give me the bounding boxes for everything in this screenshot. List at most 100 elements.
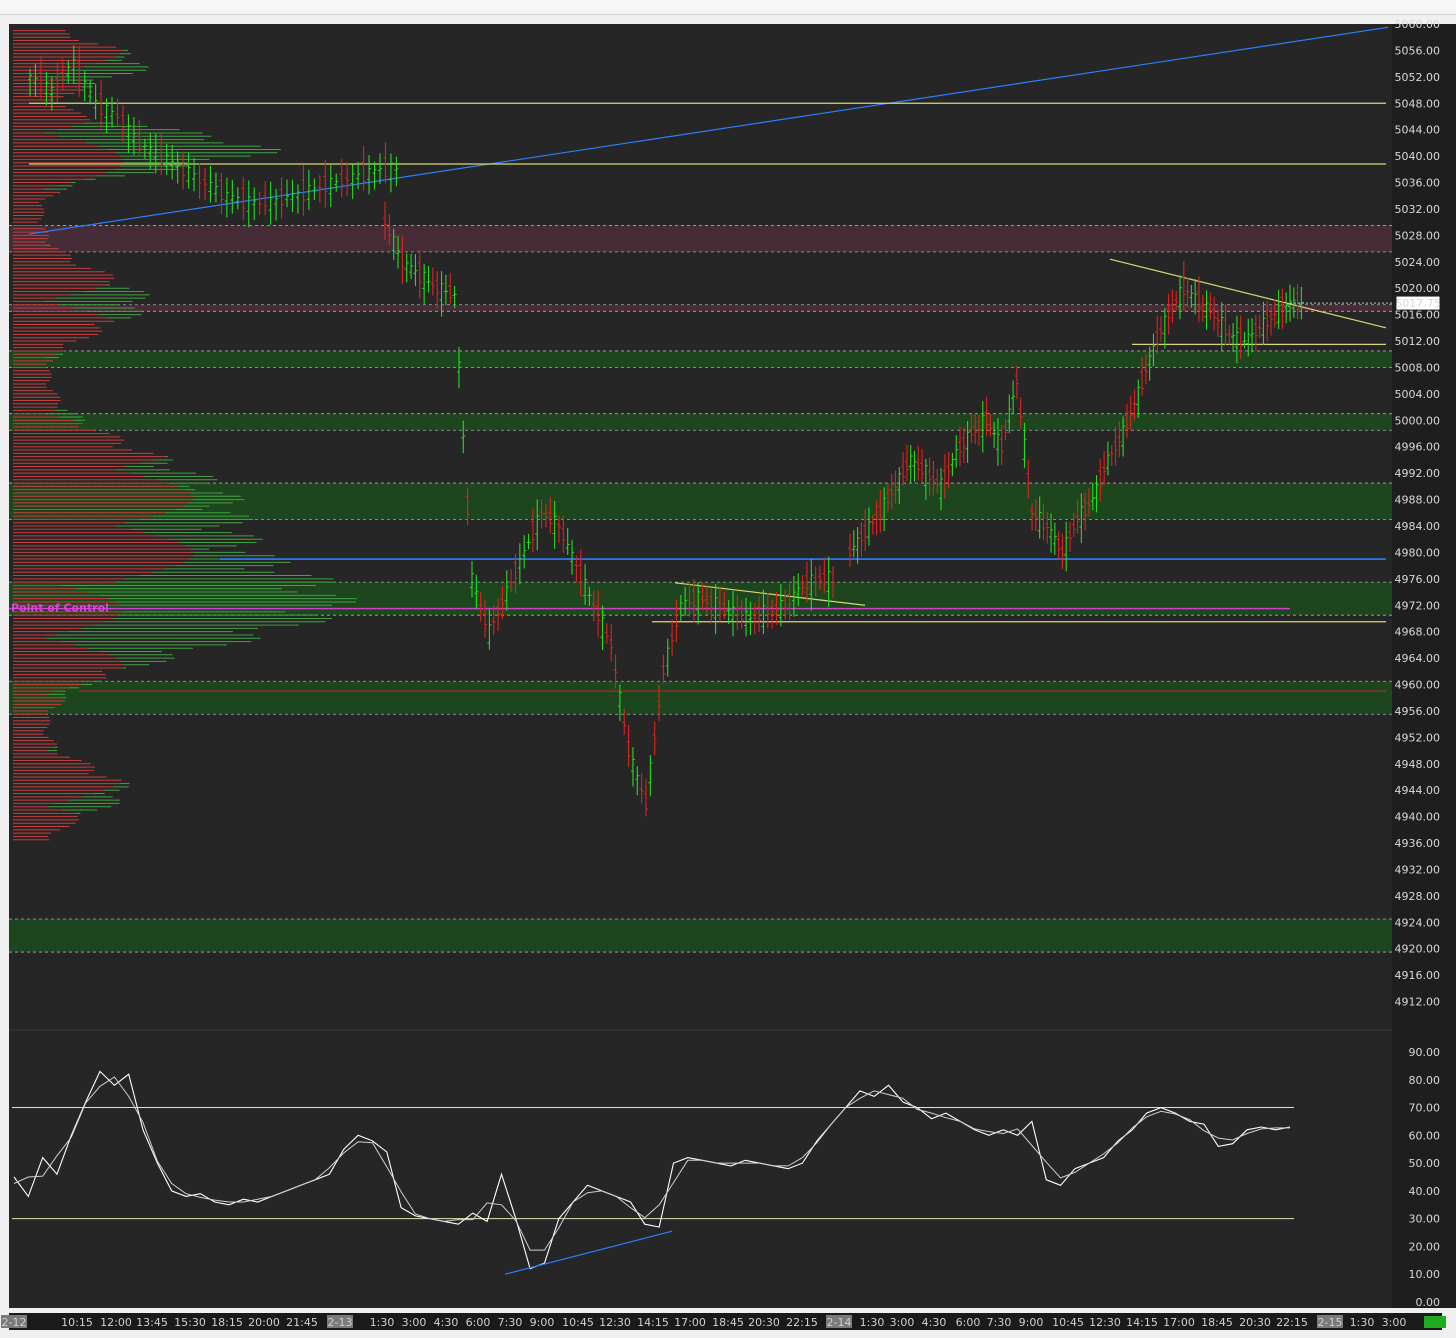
x-tick-label-19: 18:45 <box>712 1316 744 1329</box>
x-tick-label-0: 2-12 <box>2 1316 27 1329</box>
x-tick-label-29: 10:45 <box>1052 1316 1084 1329</box>
x-tick-label-33: 18:45 <box>1201 1316 1233 1329</box>
osc-tick-label-9: 0.00 <box>1416 1296 1441 1309</box>
x-tick-label-14: 9:00 <box>530 1316 555 1329</box>
status-indicator <box>1424 1316 1446 1328</box>
x-tick-label-35: 22:15 <box>1276 1316 1308 1329</box>
axis-background <box>1392 24 1456 1308</box>
zone-purple-1 <box>9 304 1392 312</box>
price-tick-label-0: 5060.00 <box>1395 18 1441 31</box>
price-tick-label-25: 4960.00 <box>1395 679 1441 692</box>
x-tick-label-23: 1:30 <box>860 1316 885 1329</box>
price-tick-label-11: 5016.00 <box>1395 309 1441 322</box>
x-tick-label-37: 1:30 <box>1350 1316 1375 1329</box>
chart-canvas[interactable]: Point of Control 5060.00 5056.00 5052.00 504… <box>0 0 1456 1338</box>
zone-green-6 <box>9 681 1392 715</box>
x-tick-label-36: 2-15 <box>1318 1316 1343 1329</box>
x-tick-label-15: 10:45 <box>562 1316 594 1329</box>
price-tick-label-19: 4984.00 <box>1395 520 1441 533</box>
zone-purple-0 <box>9 225 1392 252</box>
price-tick-label-32: 4932.00 <box>1395 863 1441 876</box>
price-tick-label-6: 5036.00 <box>1395 177 1441 190</box>
x-tick-label-8: 2-13 <box>328 1316 353 1329</box>
price-tick-label-7: 5032.00 <box>1395 203 1441 216</box>
x-tick-label-16: 12:30 <box>599 1316 631 1329</box>
price-tick-label-4: 5044.00 <box>1395 124 1441 137</box>
price-tick-label-29: 4944.00 <box>1395 784 1441 797</box>
osc-tick-label-7: 20.00 <box>1409 1240 1441 1253</box>
price-tick-label-23: 4968.00 <box>1395 626 1441 639</box>
osc-tick-label-8: 10.00 <box>1409 1268 1441 1281</box>
chart-window: Point of Control 5060.00 5056.00 5052.00 504… <box>0 0 1456 1338</box>
price-tick-label-27: 4952.00 <box>1395 731 1441 744</box>
price-tick-label-26: 4956.00 <box>1395 705 1441 718</box>
plot-background <box>9 24 1392 1308</box>
price-tick-label-18: 4988.00 <box>1395 494 1441 507</box>
x-tick-label-5: 18:15 <box>211 1316 243 1329</box>
zone-green-3 <box>9 413 1392 431</box>
x-tick-label-20: 20:30 <box>748 1316 780 1329</box>
x-tick-label-30: 12:30 <box>1089 1316 1121 1329</box>
x-tick-label-25: 4:30 <box>922 1316 947 1329</box>
x-tick-label-3: 13:45 <box>136 1316 168 1329</box>
price-tick-label-37: 4912.00 <box>1395 996 1441 1009</box>
x-tick-label-22: 2-14 <box>827 1316 852 1329</box>
price-tick-label-21: 4976.00 <box>1395 573 1441 586</box>
x-tick-label-13: 7:30 <box>498 1316 523 1329</box>
x-tick-label-38: 3:00 <box>1382 1316 1407 1329</box>
osc-tick-label-0: 90.00 <box>1409 1046 1441 1059</box>
osc-tick-label-2: 70.00 <box>1409 1102 1441 1115</box>
zone-green-7 <box>9 919 1392 953</box>
x-tick-label-2: 12:00 <box>100 1316 132 1329</box>
price-tick-label-22: 4972.00 <box>1395 599 1441 612</box>
x-tick-label-9: 1:30 <box>370 1316 395 1329</box>
price-tick-label-8: 5028.00 <box>1395 229 1441 242</box>
x-tick-label-17: 14:15 <box>637 1316 669 1329</box>
price-tick-label-14: 5004.00 <box>1395 388 1441 401</box>
price-tick-label-17: 4992.00 <box>1395 467 1441 480</box>
price-tick-label-28: 4948.00 <box>1395 758 1441 771</box>
osc-tick-label-6: 30.00 <box>1409 1213 1441 1226</box>
last-price-label: 5017.75 <box>1395 297 1441 310</box>
price-tick-label-9: 5024.00 <box>1395 256 1441 269</box>
price-tick-label-16: 4996.00 <box>1395 441 1441 454</box>
x-tick-label-32: 17:00 <box>1163 1316 1195 1329</box>
x-tick-label-27: 7:30 <box>987 1316 1012 1329</box>
price-tick-label-12: 5012.00 <box>1395 335 1441 348</box>
osc-tick-label-4: 50.00 <box>1409 1157 1441 1170</box>
x-tick-label-21: 22:15 <box>786 1316 818 1329</box>
x-tick-label-11: 4:30 <box>434 1316 459 1329</box>
x-tick-label-1: 10:15 <box>61 1316 93 1329</box>
price-tick-label-20: 4980.00 <box>1395 546 1441 559</box>
price-tick-label-31: 4936.00 <box>1395 837 1441 850</box>
price-tick-label-30: 4940.00 <box>1395 811 1441 824</box>
x-tick-label-12: 6:00 <box>466 1316 491 1329</box>
osc-tick-label-5: 40.00 <box>1409 1185 1441 1198</box>
price-tick-label-3: 5048.00 <box>1395 97 1441 110</box>
osc-tick-label-1: 80.00 <box>1409 1074 1441 1087</box>
x-tick-label-6: 20:00 <box>248 1316 280 1329</box>
osc-tick-label-3: 60.00 <box>1409 1129 1441 1142</box>
price-tick-label-35: 4920.00 <box>1395 943 1441 956</box>
price-tick-label-1: 5056.00 <box>1395 44 1441 57</box>
zone-green-4 <box>9 483 1392 520</box>
x-tick-label-24: 3:00 <box>890 1316 915 1329</box>
x-tick-label-26: 6:00 <box>956 1316 981 1329</box>
price-tick-label-36: 4916.00 <box>1395 969 1441 982</box>
x-tick-label-34: 20:30 <box>1239 1316 1271 1329</box>
x-tick-label-10: 3:00 <box>402 1316 427 1329</box>
price-tick-label-2: 5052.00 <box>1395 71 1441 84</box>
x-tick-label-4: 15:30 <box>174 1316 206 1329</box>
price-tick-label-5: 5040.00 <box>1395 150 1441 163</box>
x-tick-label-7: 21:45 <box>286 1316 318 1329</box>
poc-label: Point of Control <box>11 602 109 615</box>
x-tick-label-28: 9:00 <box>1019 1316 1044 1329</box>
price-tick-label-24: 4964.00 <box>1395 652 1441 665</box>
price-tick-label-13: 5008.00 <box>1395 361 1441 374</box>
zone-green-2 <box>9 350 1392 368</box>
price-tick-label-33: 4928.00 <box>1395 890 1441 903</box>
price-tick-label-34: 4924.00 <box>1395 916 1441 929</box>
x-tick-label-31: 14:15 <box>1126 1316 1158 1329</box>
x-tick-label-18: 17:00 <box>674 1316 706 1329</box>
price-tick-label-10: 5020.00 <box>1395 282 1441 295</box>
